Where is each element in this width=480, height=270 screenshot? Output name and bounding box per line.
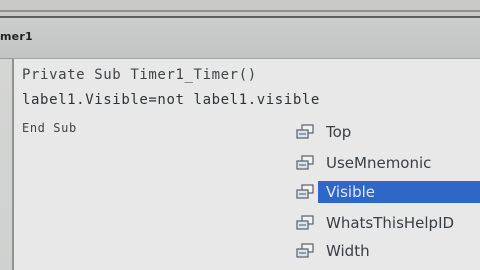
property-icon — [290, 152, 318, 174]
autocomplete-item-label: Visible — [318, 181, 480, 203]
code-window-titlebar[interactable]: mer1 — [0, 18, 480, 59]
ruler-line — [0, 10, 480, 12]
autocomplete-item-label: WhatsThisHelpID — [326, 214, 455, 232]
code-line[interactable]: End Sub — [22, 121, 77, 135]
property-icon — [290, 121, 318, 143]
property-icon — [290, 240, 318, 262]
autocomplete-item-usemnemonic[interactable]: UseMnemonic — [290, 150, 480, 176]
code-window-title: mer1 — [0, 30, 33, 43]
code-line[interactable]: Private Sub Timer1_Timer() — [22, 67, 257, 83]
top-strip — [0, 0, 480, 18]
autocomplete-list[interactable]: Top UseMnemonic Visible WhatsThisHelpID … — [290, 117, 480, 270]
property-icon — [290, 181, 318, 203]
autocomplete-item-whatsthishelpid[interactable]: WhatsThisHelpID — [290, 210, 480, 236]
code-line[interactable]: label1.Visible=not label1.visible — [22, 92, 320, 108]
ide-screen: mer1 Private Sub Timer1_Timer() label1.V… — [0, 0, 480, 270]
autocomplete-item-label: UseMnemonic — [326, 154, 432, 172]
property-icon — [290, 212, 318, 234]
autocomplete-item-visible[interactable]: Visible — [290, 179, 480, 205]
autocomplete-item-label: Top — [326, 123, 352, 141]
autocomplete-item-label: Width — [326, 242, 370, 260]
autocomplete-item-width[interactable]: Width — [290, 238, 480, 264]
autocomplete-item-top[interactable]: Top — [290, 119, 480, 145]
